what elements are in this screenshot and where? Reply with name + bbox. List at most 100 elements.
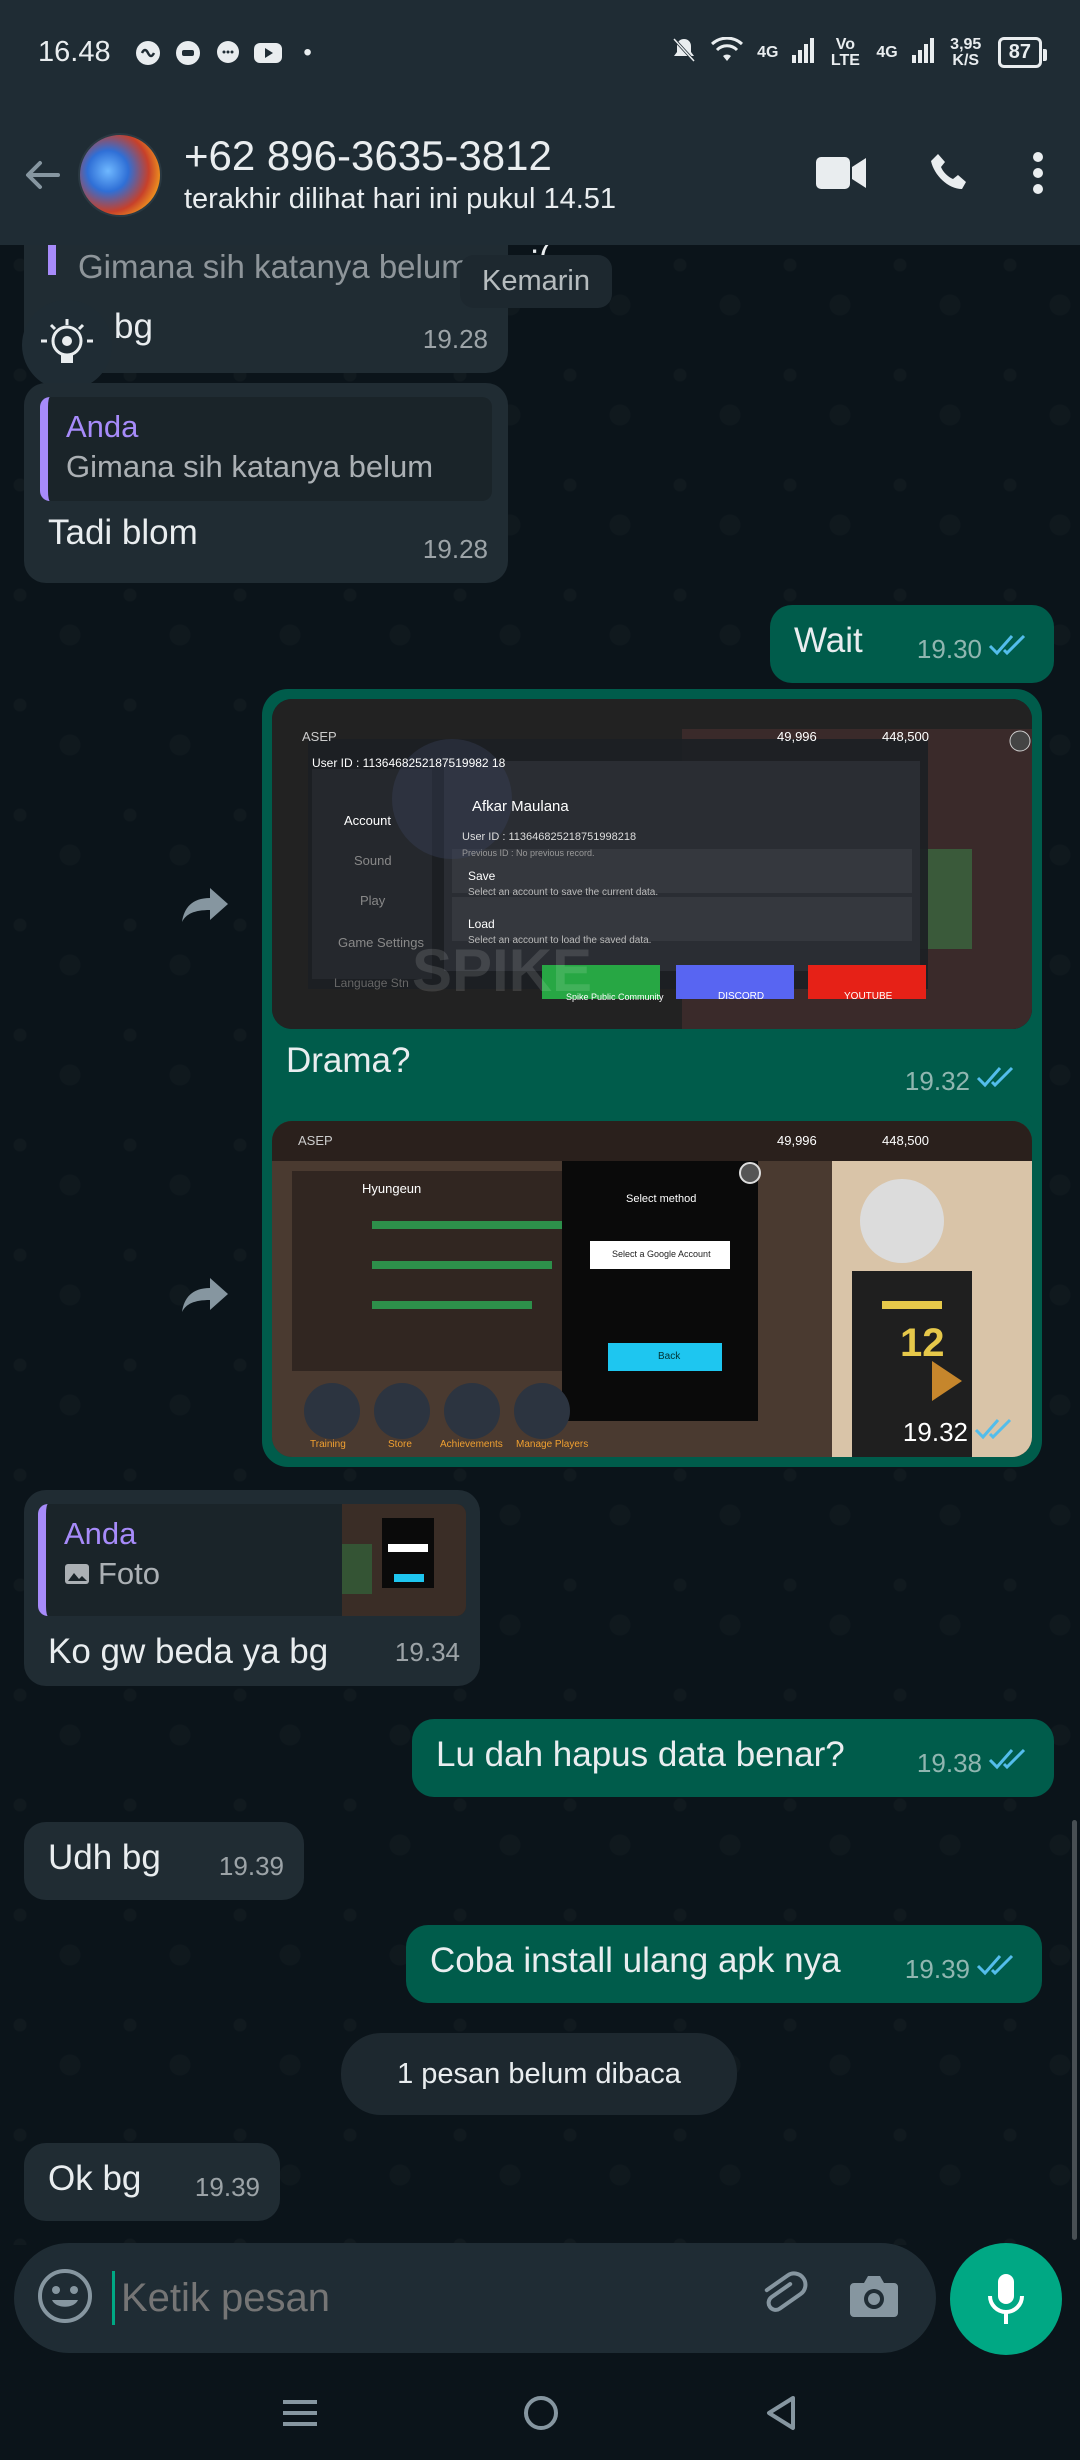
message-incoming[interactable]: Udh bg 19.39 (24, 1822, 304, 1900)
game-screenshot-account[interactable]: ASEP User ID : 1136468252187519982 18 49… (272, 699, 1032, 1029)
message-notification-icon (213, 38, 243, 68)
signal-icon-2 (911, 37, 934, 69)
menu-store: Store (388, 1439, 412, 1450)
quoted-message-text: Gimana sih katanya belum (78, 248, 469, 285)
chat-area[interactable]: Gimana sih katanya belum bg 19.28 :( Kem… (0, 245, 1080, 2245)
player-name: Hyungeun (362, 1181, 422, 1196)
message-input-bar (14, 2243, 936, 2353)
read-ticks-icon (976, 1059, 1022, 1103)
contact-avatar[interactable] (78, 133, 162, 217)
message-meta: 19.39 (195, 2165, 260, 2209)
back-button[interactable] (12, 145, 72, 205)
youtube-button-label: YOUTUBE (844, 991, 893, 1002)
paperclip-icon (764, 2271, 808, 2312)
quote-author: Anda (66, 409, 139, 444)
menu-training: Training (310, 1439, 346, 1450)
forward-button[interactable] (172, 873, 238, 939)
user-id-label: User ID : 1136468252187519982 18 (312, 756, 506, 770)
message-time: 19.34 (394, 1637, 460, 1667)
contact-name: +62 896-3635-3812 (184, 132, 552, 179)
menu-button[interactable] (1032, 151, 1044, 200)
contact-mini-avatar (22, 300, 112, 390)
home-button[interactable] (522, 2394, 560, 2437)
network-4g-label: 4G (757, 43, 779, 61)
microphone-icon (988, 2274, 1024, 2324)
recent-apps-button[interactable] (282, 2398, 317, 2433)
emoji-icon (38, 2268, 92, 2323)
quoted-message[interactable]: Anda Gimana sih katanya belum (40, 397, 492, 501)
discord-button-label: DISCORD (718, 991, 765, 1002)
message-time: 19.32 (904, 1066, 970, 1096)
dialog-title: Select method (626, 1193, 697, 1205)
wifi-icon (711, 36, 744, 69)
lightbulb-icon (41, 319, 93, 363)
image-message[interactable]: ASEP 49,996 448,500 Hyungeun Select meth… (262, 1111, 1042, 1467)
phone-icon (931, 153, 966, 189)
home-circle-icon (523, 2395, 558, 2430)
message-text: Tadi blom (48, 513, 198, 552)
message-time: 19.32 (902, 1417, 968, 1447)
network-4g-label-2: 4G (876, 43, 898, 61)
game-screenshot-select-method[interactable]: ASEP 49,996 448,500 Hyungeun Select meth… (272, 1121, 1032, 1457)
message-meta: 19.30 (917, 627, 1034, 671)
message-time: 19.39 (218, 1851, 284, 1881)
tab-sound: Sound (354, 853, 392, 868)
quoted-photo-label: Foto (98, 1556, 161, 1591)
message-time: 19.28 (422, 534, 488, 564)
message-meta: 19.32 (903, 1416, 1020, 1449)
tab-play: Play (360, 893, 386, 908)
video-call-button[interactable] (816, 155, 868, 196)
message-outgoing[interactable]: Lu dah hapus data benar? 19.38 (412, 1719, 1054, 1797)
jersey-number: 12 (900, 1321, 945, 1365)
voice-call-button[interactable] (928, 151, 972, 200)
chat-notification-icon (173, 38, 203, 68)
more-vert-icon (1033, 151, 1043, 194)
message-meta: 19.32 (905, 1059, 1022, 1103)
voice-message-button[interactable] (950, 2243, 1062, 2355)
attach-button[interactable] (758, 2271, 808, 2326)
message-incoming[interactable]: Anda Gimana sih katanya belum Tadi blom … (24, 383, 508, 583)
camera-button[interactable] (848, 2273, 900, 2324)
forward-button[interactable] (172, 1263, 238, 1329)
coins-value: 49,996 (777, 1133, 817, 1148)
quoted-message[interactable]: Anda Foto (38, 1504, 466, 1616)
signal-icon (792, 37, 815, 69)
menu-achievements: Achievements (440, 1439, 503, 1450)
gems-value: 448,500 (882, 729, 929, 744)
volte-label: Vo LTE (830, 35, 860, 69)
contact-info[interactable]: +62 896-3635-3812 terakhir dilihat hari … (184, 132, 616, 218)
back-button-label: Back (658, 1351, 681, 1362)
back-nav-button[interactable] (765, 2395, 797, 2436)
arrow-left-icon (26, 161, 60, 189)
read-ticks-icon (976, 1947, 1022, 1991)
message-outgoing[interactable]: Coba install ulang apk nya 19.39 (406, 1925, 1042, 2003)
read-ticks-icon (988, 627, 1034, 671)
mute-icon (671, 36, 697, 70)
menu-lines-icon (282, 2399, 317, 2426)
message-input[interactable] (112, 2271, 758, 2325)
quote-author: Anda (64, 1516, 137, 1551)
triangle-back-icon (767, 2395, 796, 2430)
unread-messages-chip: 1 pesan belum dibaca (341, 2033, 737, 2115)
message-incoming[interactable]: Ok bg 19.39 (24, 2143, 280, 2221)
message-time: 19.30 (916, 634, 982, 664)
system-nav-bar (0, 2370, 1080, 2460)
message-meta: 19.39 (219, 1844, 284, 1888)
chat-scrollbar[interactable] (1072, 1820, 1077, 2240)
status-bar: 16.48 • 4G Vo LTE 4G 3,95 K/S 87 (0, 0, 1080, 105)
battery-indicator: 87 (997, 37, 1048, 68)
save-desc: Select an account to save the current da… (468, 887, 659, 898)
image-caption: Drama? (286, 1041, 411, 1080)
forward-arrow-icon (182, 888, 228, 922)
forward-arrow-icon (182, 1278, 228, 1312)
video-camera-icon (816, 156, 866, 189)
day-separator: Kemarin (460, 255, 612, 308)
message-outgoing[interactable]: Wait 19.30 (770, 605, 1054, 683)
last-seen: terakhir dilihat hari ini pukul 14.51 (184, 183, 617, 215)
link-notification-icon (133, 38, 163, 68)
message-meta: 19.38 (917, 1741, 1034, 1785)
tab-account: Account (344, 813, 391, 828)
message-incoming[interactable]: Anda Foto Ko gw beda ya bg 19.34 (24, 1490, 480, 1686)
emoji-button[interactable] (36, 2267, 94, 2330)
menu-manage-players: Manage Players (516, 1439, 589, 1450)
